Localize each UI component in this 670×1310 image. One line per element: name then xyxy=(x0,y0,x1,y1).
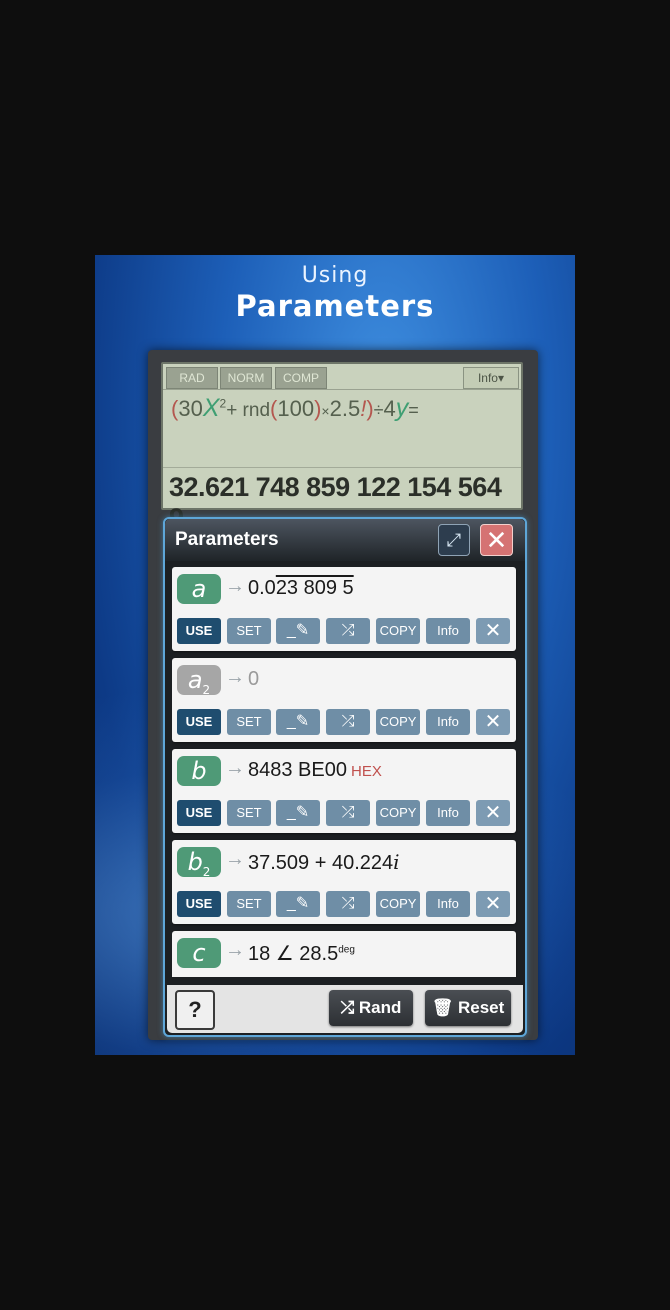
param-button-row: USE SET _✎ ⤮ COPY Info ✕ xyxy=(177,618,517,644)
lcd-divider xyxy=(163,389,521,390)
param-name-badge[interactable]: c xyxy=(177,938,221,968)
reset-button[interactable]: 🗑 Reset xyxy=(425,990,511,1026)
clear-icon[interactable]: ✕ xyxy=(476,891,510,917)
use-button[interactable]: USE xyxy=(177,709,221,735)
copy-button[interactable]: COPY xyxy=(376,709,420,735)
edit-icon[interactable]: _✎ xyxy=(276,891,320,917)
info-button[interactable]: Info xyxy=(426,800,470,826)
shuffle-icon: ⤮ xyxy=(340,998,359,1017)
lcd-display: RAD NORM COMP Info▾ (30X2+ rnd(100)×2.5!… xyxy=(161,362,523,533)
use-button[interactable]: USE xyxy=(177,891,221,917)
arrow-icon: → xyxy=(225,848,245,870)
param-button-row: USE SET _✎ ⤮ COPY Info ✕ xyxy=(177,891,517,917)
edit-icon[interactable]: _✎ xyxy=(276,709,320,735)
set-button[interactable]: SET xyxy=(227,800,271,826)
lcd-info-dropdown[interactable]: Info▾ xyxy=(463,367,519,389)
lcd-expression: (30X2+ rnd(100)×2.5!)÷4y= xyxy=(171,394,419,422)
panel-title: Parameters xyxy=(175,529,279,550)
rand-label: Rand xyxy=(358,998,402,1017)
shuffle-icon[interactable]: ⤮ xyxy=(326,709,370,735)
param-value: 18 ∠ 28.5deg xyxy=(248,943,355,965)
param-button-row: USE SET _✎ ⤮ COPY Info ✕ xyxy=(177,709,517,735)
shuffle-icon[interactable]: ⤮ xyxy=(326,800,370,826)
mode-tag-comp[interactable]: COMP xyxy=(275,367,327,389)
param-card-a2: a2 → 0 USE SET _✎ ⤮ COPY Info ✕ xyxy=(172,658,516,742)
param-name-badge[interactable]: b xyxy=(177,756,221,786)
rand-button[interactable]: ⤮ Rand xyxy=(329,990,413,1026)
parameters-panel: Parameters ⤢ ✕ a → 0.023 809 5 USE SET _… xyxy=(163,517,527,1037)
help-button[interactable]: ? xyxy=(175,990,215,1030)
reset-label: Reset xyxy=(458,998,505,1017)
edit-icon[interactable]: _✎ xyxy=(276,618,320,644)
param-value: 37.509 + 40.224i xyxy=(248,850,400,874)
set-button[interactable]: SET xyxy=(227,891,271,917)
copy-button[interactable]: COPY xyxy=(376,800,420,826)
use-button[interactable]: USE xyxy=(177,618,221,644)
expand-icon[interactable]: ⤢ xyxy=(438,524,470,556)
promo-screen: Using Parameters RAD NORM COMP Info▾ (30… xyxy=(95,255,575,1055)
param-value: 0 xyxy=(248,668,260,690)
param-name-badge[interactable]: a xyxy=(177,574,221,604)
use-button[interactable]: USE xyxy=(177,800,221,826)
panel-footer: ? ⤮ Rand 🗑 Reset xyxy=(167,985,523,1033)
copy-button[interactable]: COPY xyxy=(376,891,420,917)
calculator-device: RAD NORM COMP Info▾ (30X2+ rnd(100)×2.5!… xyxy=(148,350,538,1040)
param-name-badge[interactable]: b2 xyxy=(177,847,221,879)
panel-title-bar: Parameters ⤢ ✕ xyxy=(165,519,525,561)
param-card-b2: b2 → 37.509 + 40.224i USE SET _✎ ⤮ COPY … xyxy=(172,840,516,924)
clear-icon[interactable]: ✕ xyxy=(476,618,510,644)
info-button[interactable]: Info xyxy=(426,709,470,735)
param-button-row: USE SET _✎ ⤮ COPY Info ✕ xyxy=(177,800,517,826)
param-value: 0.023 809 5 xyxy=(248,577,354,599)
shuffle-icon[interactable]: ⤮ xyxy=(326,618,370,644)
set-button[interactable]: SET xyxy=(227,709,271,735)
clear-icon[interactable]: ✕ xyxy=(476,709,510,735)
mode-tag-rad[interactable]: RAD xyxy=(166,367,218,389)
param-card-c: c → 18 ∠ 28.5deg xyxy=(172,931,516,977)
param-card-a: a → 0.023 809 5 USE SET _✎ ⤮ COPY Info ✕ xyxy=(172,567,516,651)
clear-icon[interactable]: ✕ xyxy=(476,800,510,826)
mode-tag-norm[interactable]: NORM xyxy=(220,367,272,389)
shuffle-icon[interactable]: ⤮ xyxy=(326,891,370,917)
param-name-badge[interactable]: a2 xyxy=(177,665,221,697)
copy-button[interactable]: COPY xyxy=(376,618,420,644)
set-button[interactable]: SET xyxy=(227,618,271,644)
info-button[interactable]: Info xyxy=(426,618,470,644)
param-card-b: b → 8483 BE00 HEX USE SET _✎ ⤮ COPY Info … xyxy=(172,749,516,833)
info-button[interactable]: Info xyxy=(426,891,470,917)
edit-icon[interactable]: _✎ xyxy=(276,800,320,826)
arrow-icon: → xyxy=(225,666,245,688)
headline-using: Using xyxy=(301,263,369,288)
parameter-list[interactable]: a → 0.023 809 5 USE SET _✎ ⤮ COPY Info ✕… xyxy=(172,567,518,977)
arrow-icon: → xyxy=(225,939,245,961)
trash-icon: 🗑 xyxy=(431,998,458,1017)
arrow-icon: → xyxy=(225,757,245,779)
hex-tag: HEX xyxy=(350,763,382,780)
lcd-separator xyxy=(163,467,521,468)
param-value: 8483 BE00 HEX xyxy=(248,759,382,781)
headline-parameters: Parameters xyxy=(235,289,435,323)
close-icon[interactable]: ✕ xyxy=(480,524,513,556)
arrow-icon: → xyxy=(225,575,245,597)
